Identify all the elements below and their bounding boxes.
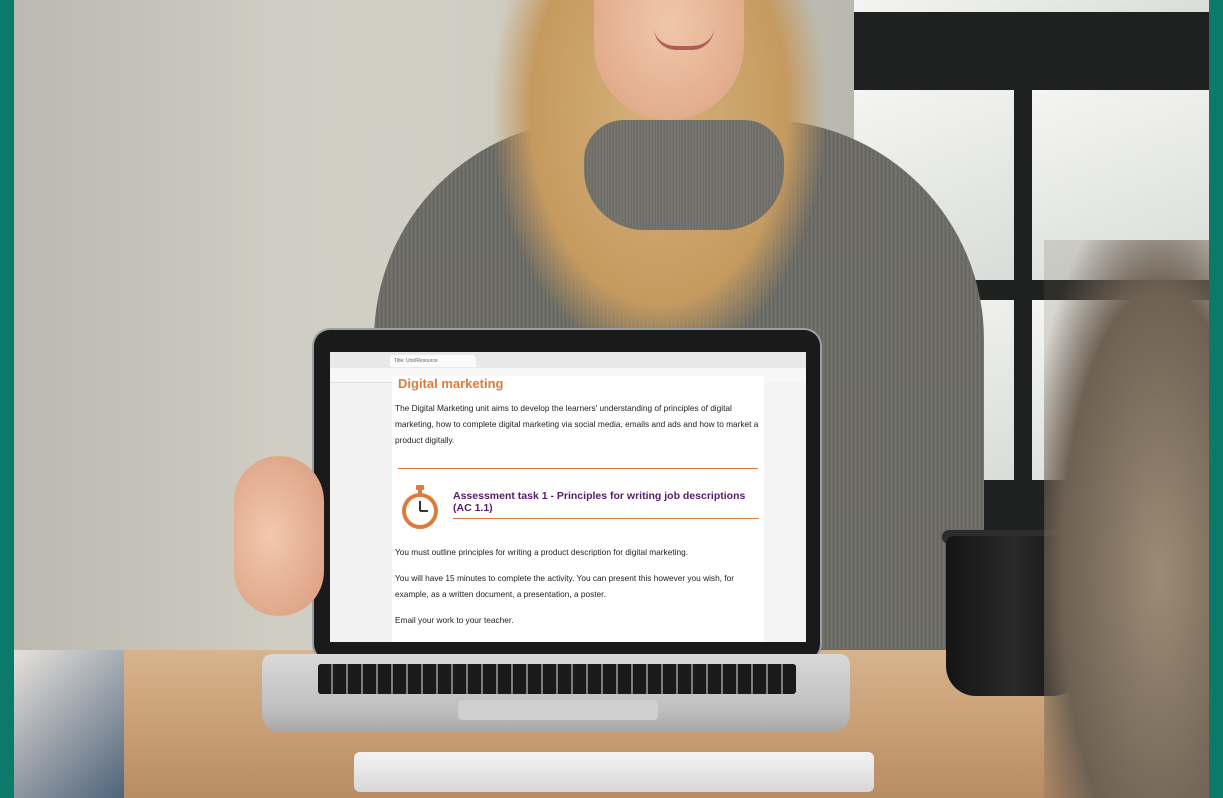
laptop-keyboard [318, 664, 796, 694]
task-title: Assessment task 1 - Principles for writi… [453, 490, 746, 514]
document-title: Digital marketing [398, 376, 504, 391]
browser-tabbar: Title: Unit/Resource [330, 352, 806, 369]
task-paragraph: You must outline principles for writing … [395, 547, 688, 557]
intro-paragraph: The Digital Marketing unit aims to devel… [395, 403, 759, 445]
window-pane [854, 0, 1209, 12]
document-page: Digital marketing The Digital Marketing … [392, 376, 764, 642]
laptop-trackpad [458, 700, 658, 720]
foreground-keyboard [354, 752, 874, 792]
task-divider [453, 518, 759, 519]
task-paragraph: Email your work to your teacher. [395, 615, 514, 625]
browser-tab[interactable]: Title: Unit/Resource [390, 355, 476, 367]
stopwatch-icon [402, 485, 438, 529]
sweater-collar [584, 120, 784, 230]
browser-side-panel [764, 382, 806, 642]
foreground-person [1044, 240, 1209, 798]
laptop-screen: Title: Unit/Resource Digital marketing T… [330, 352, 806, 642]
foreground-object [14, 650, 124, 798]
task-paragraph: You will have 15 minutes to complete the… [395, 573, 734, 599]
person-hand [234, 456, 324, 616]
divider [398, 468, 758, 469]
